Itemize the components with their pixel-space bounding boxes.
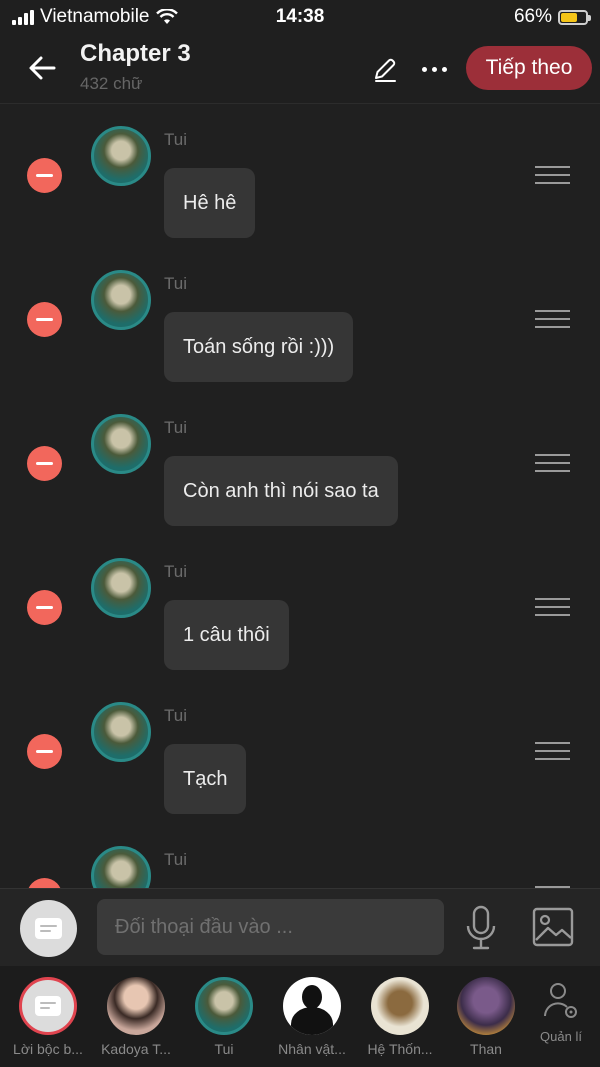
character-label: Nhân vật... <box>278 1041 346 1057</box>
character-tui[interactable]: Tui <box>183 977 265 1057</box>
status-bar: Vietnamobile 14:38 66% <box>0 0 600 34</box>
header: Chapter 3 432 chữ Tiếp theo <box>0 34 600 104</box>
drag-handle-icon[interactable] <box>535 598 570 616</box>
character-bar: Lời bộc b... Kadoya T... Tui Nhân vật...… <box>0 966 600 1067</box>
character-label: Lời bộc b... <box>13 1041 83 1057</box>
speaker-name: Tui <box>164 418 187 437</box>
message-bubble[interactable]: 1 câu thôi <box>164 600 289 670</box>
clock: 14:38 <box>275 6 325 27</box>
drag-handle-icon[interactable] <box>535 454 570 472</box>
avatar <box>91 270 151 330</box>
speaker-name: Tui <box>164 850 187 869</box>
drag-handle-icon[interactable] <box>535 310 570 328</box>
microphone-icon[interactable] <box>462 904 500 952</box>
avatar <box>371 977 429 1035</box>
narration-toggle-button[interactable] <box>20 900 77 957</box>
message-row[interactable]: Tui Còn anh thì nói sao ta <box>0 392 600 536</box>
speaker-name: Tui <box>164 130 187 149</box>
message-bubble[interactable]: Còn anh thì nói sao ta <box>164 456 398 526</box>
avatar <box>91 126 151 186</box>
dialogue-input[interactable] <box>97 899 444 955</box>
speaker-name: Tui <box>164 706 187 725</box>
image-icon[interactable] <box>532 907 574 947</box>
remove-icon[interactable] <box>27 446 62 481</box>
avatar <box>457 977 515 1035</box>
avatar <box>91 846 151 888</box>
page-title: Chapter 3 <box>80 40 191 67</box>
word-count: 432 chữ <box>80 74 143 93</box>
chat-icon <box>35 996 61 1016</box>
character-than[interactable]: Than <box>445 977 527 1057</box>
user-settings-icon <box>544 983 577 1018</box>
speaker-name: Tui <box>164 274 187 293</box>
drag-handle-icon[interactable] <box>535 166 570 184</box>
pencil-icon[interactable] <box>370 54 400 84</box>
back-arrow-icon[interactable] <box>24 50 60 86</box>
remove-icon[interactable] <box>27 734 62 769</box>
message-bubble[interactable]: Toán sống rồi :))) <box>164 312 354 382</box>
message-bubble[interactable]: Hê hê <box>164 168 256 238</box>
character-label: Hệ Thốn... <box>367 1041 433 1057</box>
remove-icon[interactable] <box>27 158 62 193</box>
drag-handle-icon[interactable] <box>535 742 570 760</box>
avatar <box>91 558 151 618</box>
remove-icon[interactable] <box>27 878 62 888</box>
speaker-name: Tui <box>164 562 187 581</box>
message-list[interactable]: Tui Hê hê Tui Toán sống rồi :))) Tui Còn anh … <box>0 104 600 888</box>
character-narrator[interactable]: Lời bộc b... <box>7 977 89 1057</box>
avatar <box>107 977 165 1035</box>
more-options-icon[interactable] <box>414 54 454 84</box>
character-label: Kadoya T... <box>101 1041 171 1057</box>
avatar <box>91 702 151 762</box>
character-label: Tui <box>214 1041 234 1057</box>
battery-icon <box>558 9 591 25</box>
message-row[interactable]: Tui <box>0 824 600 888</box>
character-kadoya[interactable]: Kadoya T... <box>95 977 177 1057</box>
person-silhouette-icon <box>283 977 341 1035</box>
message-row[interactable]: Tui 1 câu thôi <box>0 536 600 680</box>
message-row[interactable]: Tui Hê hê <box>0 104 600 248</box>
character-npc[interactable]: Nhân vật... <box>271 977 353 1057</box>
character-system[interactable]: Hệ Thốn... <box>359 977 441 1057</box>
character-label: Than <box>470 1041 502 1057</box>
next-chapter-button[interactable]: Tiếp theo <box>466 46 592 90</box>
message-bubble[interactable]: Tạch <box>164 744 247 814</box>
message-row[interactable]: Tui Tạch <box>0 680 600 824</box>
manage-label: Quản lí <box>540 1029 582 1044</box>
manage-characters-button[interactable]: Quản lí <box>530 980 592 1044</box>
battery-percent: 66% <box>513 6 552 27</box>
narrator-avatar <box>19 977 77 1035</box>
input-bar <box>0 888 600 966</box>
remove-icon[interactable] <box>27 590 62 625</box>
avatar <box>195 977 253 1035</box>
message-row[interactable]: Tui Toán sống rồi :))) <box>0 248 600 392</box>
chat-icon <box>35 918 62 939</box>
remove-icon[interactable] <box>27 302 62 337</box>
avatar <box>91 414 151 474</box>
